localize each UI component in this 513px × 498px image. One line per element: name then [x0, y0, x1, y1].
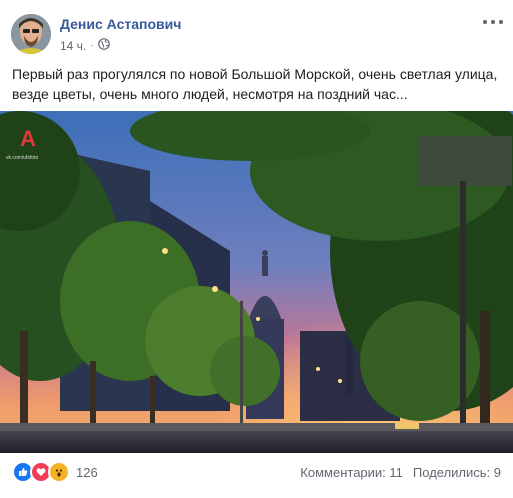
shares-count-link[interactable]: Поделились: 9 — [413, 465, 501, 480]
avatar-image — [11, 14, 51, 54]
author-avatar[interactable] — [11, 14, 51, 54]
post-timestamp[interactable]: 14 ч. — [60, 39, 86, 53]
more-options-icon[interactable] — [483, 14, 503, 30]
facebook-post: Денис Астапович 14 ч. · Первый раз прогу… — [0, 0, 513, 498]
comments-count-link[interactable]: Комментарии: 11 — [300, 465, 403, 480]
wow-icon — [48, 461, 70, 483]
author-name-link[interactable]: Денис Астапович — [60, 16, 181, 32]
watermark-text: vk.com/ufsfoto — [6, 155, 38, 161]
reactions-count[interactable]: 126 — [76, 465, 98, 480]
meta-separator: · — [90, 40, 94, 51]
post-header: Денис Астапович 14 ч. · — [11, 14, 503, 58]
post-text: Первый раз прогулялся по новой Большой М… — [12, 66, 498, 102]
post-footer: 126 Комментарии: 11 Поделились: 9 — [12, 461, 501, 483]
reactions-summary[interactable]: 126 — [12, 461, 98, 483]
post-photo[interactable]: A vk.com/ufsfoto — [0, 111, 513, 453]
watermark-logo: A — [20, 126, 36, 151]
globe-icon[interactable] — [97, 38, 110, 53]
post-meta: 14 ч. · — [60, 38, 110, 53]
